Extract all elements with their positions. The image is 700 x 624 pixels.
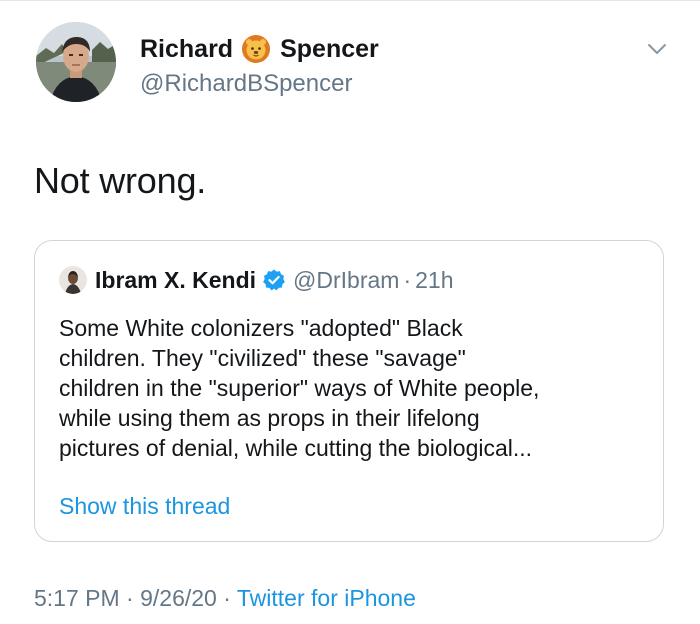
verified-badge-icon: [262, 268, 286, 292]
quoted-tweet-header: Ibram X. Kendi @DrIbram · 21h: [59, 265, 454, 295]
author-last-name: Spencer: [280, 34, 379, 63]
meta-separator: ·: [126, 585, 134, 611]
tweet-text: Not wrong.: [34, 160, 207, 201]
quoted-author-avatar: [59, 266, 87, 294]
quoted-text-line: Some White colonizers "adopted" Black: [59, 315, 463, 341]
quoted-separator: ·: [403, 266, 412, 293]
tweet-time[interactable]: 5:17 PM: [34, 585, 120, 611]
tweet-source-link[interactable]: Twitter for iPhone: [237, 585, 416, 611]
chevron-down-icon[interactable]: [646, 40, 668, 58]
quoted-author-handle: @DrIbram: [293, 266, 400, 293]
quoted-author-name: Ibram X. Kendi: [95, 266, 257, 293]
author-handle[interactable]: @RichardBSpencer: [140, 70, 352, 98]
lion-face-icon: [241, 34, 271, 64]
quoted-tweet-text: Some White colonizers "adopted" Black ch…: [59, 313, 649, 463]
meta-separator: ·: [223, 585, 231, 611]
author-display-name[interactable]: Richard Spencer: [140, 32, 379, 66]
quoted-timestamp: 21h: [415, 266, 454, 293]
quoted-text-line: pictures of denial, while cutting the bi…: [59, 435, 533, 461]
top-divider: [0, 0, 700, 1]
quoted-text-line: children. They "civilized" these "savage…: [59, 345, 466, 371]
tweet-meta: 5:17 PM · 9/26/20 · Twitter for iPhone: [34, 585, 416, 612]
quoted-tweet-card[interactable]: Ibram X. Kendi @DrIbram · 21h Some White…: [34, 240, 664, 542]
quoted-text-line: while using them as props in their lifel…: [59, 405, 480, 431]
quoted-text-line: children in the "superior" ways of White…: [59, 375, 540, 401]
tweet-date[interactable]: 9/26/20: [140, 585, 217, 611]
author-avatar[interactable]: [36, 22, 116, 102]
author-first-name: Richard: [140, 34, 234, 63]
show-thread-link[interactable]: Show this thread: [59, 493, 230, 520]
